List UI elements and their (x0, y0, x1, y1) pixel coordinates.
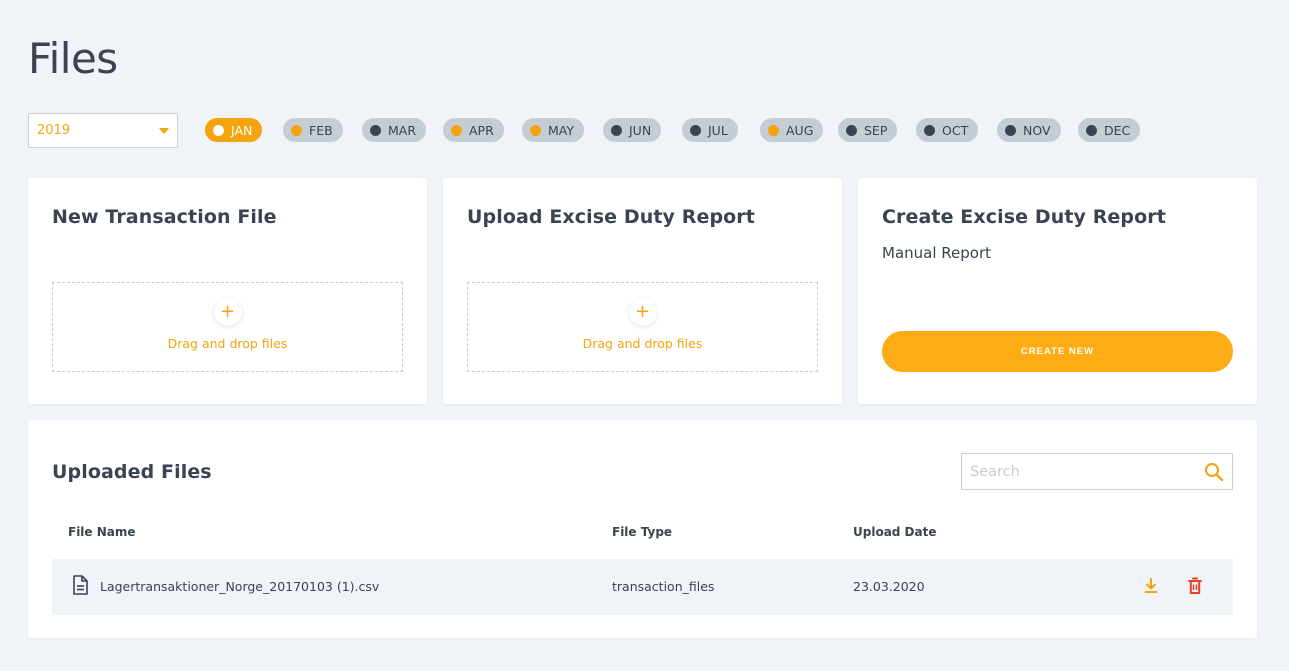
trash-icon[interactable] (1188, 577, 1202, 595)
table-row: Lagertransaktioner_Norge_20170103 (1).cs… (52, 559, 1233, 615)
column-header-name: File Name (68, 525, 136, 539)
upload-date: 23.03.2020 (853, 579, 925, 594)
status-dot-icon (924, 124, 935, 136)
status-dot-icon (846, 124, 857, 136)
report-dropzone[interactable]: + Drag and drop files (467, 282, 818, 372)
month-chip-may[interactable]: MAY (522, 118, 585, 142)
month-chip-jan[interactable]: JAN (205, 118, 263, 142)
status-dot-icon (768, 124, 779, 136)
month-chip-jul[interactable]: JUL (682, 118, 738, 142)
month-label: APR (469, 122, 494, 138)
chevron-down-icon (159, 127, 169, 134)
file-type: transaction_files (612, 579, 715, 594)
transaction-dropzone[interactable]: + Drag and drop files (52, 282, 403, 372)
page-title: Files (28, 34, 118, 83)
filter-toolbar: 2019 JAN FEB MAR APR MAY JUN JUL AUG SEP OCT NOV DE… (28, 113, 1141, 148)
uploaded-files-card: Uploaded Files File Name File Type Uploa… (28, 420, 1257, 638)
month-chip-aug[interactable]: AUG (760, 118, 824, 142)
month-label: JUL (708, 122, 728, 138)
month-label: JAN (231, 122, 253, 138)
status-dot-icon (530, 124, 541, 136)
search-box (961, 453, 1233, 490)
dropzone-label: Drag and drop files (582, 335, 703, 351)
month-label: AUG (786, 122, 814, 138)
file-name[interactable]: Lagertransaktioner_Norge_20170103 (1).cs… (100, 579, 379, 594)
status-dot-icon (690, 124, 701, 136)
status-dot-icon (1005, 124, 1016, 136)
plus-icon: + (628, 297, 657, 326)
status-dot-icon (370, 124, 381, 136)
month-label: JUN (629, 122, 652, 138)
month-chip-oct[interactable]: OCT (916, 118, 979, 142)
month-chip-nov[interactable]: NOV (997, 118, 1061, 142)
search-icon[interactable] (1204, 462, 1224, 482)
year-select-value: 2019 (37, 123, 71, 138)
month-label: MAR (388, 122, 417, 138)
column-header-date: Upload Date (853, 525, 937, 539)
card-subtitle: Manual Report (882, 244, 991, 262)
card-title: Create Excise Duty Report (882, 206, 1166, 228)
month-label: NOV (1023, 122, 1051, 138)
search-input[interactable] (970, 463, 1204, 480)
dropzone-label: Drag and drop files (167, 335, 288, 351)
column-header-type: File Type (612, 525, 673, 539)
card-title: Upload Excise Duty Report (467, 206, 755, 228)
month-label: OCT (942, 122, 969, 138)
plus-icon: + (213, 297, 242, 326)
create-new-button[interactable]: CREATE NEW (882, 331, 1233, 372)
card-title: New Transaction File (52, 206, 277, 228)
status-dot-icon (451, 124, 462, 136)
month-chip-dec[interactable]: DEC (1078, 118, 1141, 142)
status-dot-icon (611, 124, 622, 136)
month-label: FEB (309, 122, 333, 138)
download-icon[interactable] (1144, 577, 1158, 595)
status-dot-icon (1086, 124, 1097, 136)
month-chip-sep[interactable]: SEP (838, 118, 898, 142)
month-chip-mar[interactable]: MAR (362, 118, 427, 142)
month-chip-apr[interactable]: APR (443, 118, 504, 142)
section-title: Uploaded Files (52, 461, 212, 483)
status-dot-icon (213, 124, 224, 136)
month-chip-jun[interactable]: JUN (603, 118, 662, 142)
year-select[interactable]: 2019 (28, 113, 178, 148)
create-report-card: Create Excise Duty Report Manual Report … (858, 178, 1257, 404)
status-dot-icon (291, 124, 302, 136)
month-label: DEC (1104, 122, 1131, 138)
new-transaction-card: New Transaction File + Drag and drop fil… (28, 178, 427, 404)
month-chip-feb[interactable]: FEB (283, 118, 343, 142)
month-label: MAY (548, 122, 575, 138)
month-label: SEP (864, 122, 888, 138)
upload-report-card: Upload Excise Duty Report + Drag and dro… (443, 178, 842, 404)
file-icon (73, 575, 88, 595)
